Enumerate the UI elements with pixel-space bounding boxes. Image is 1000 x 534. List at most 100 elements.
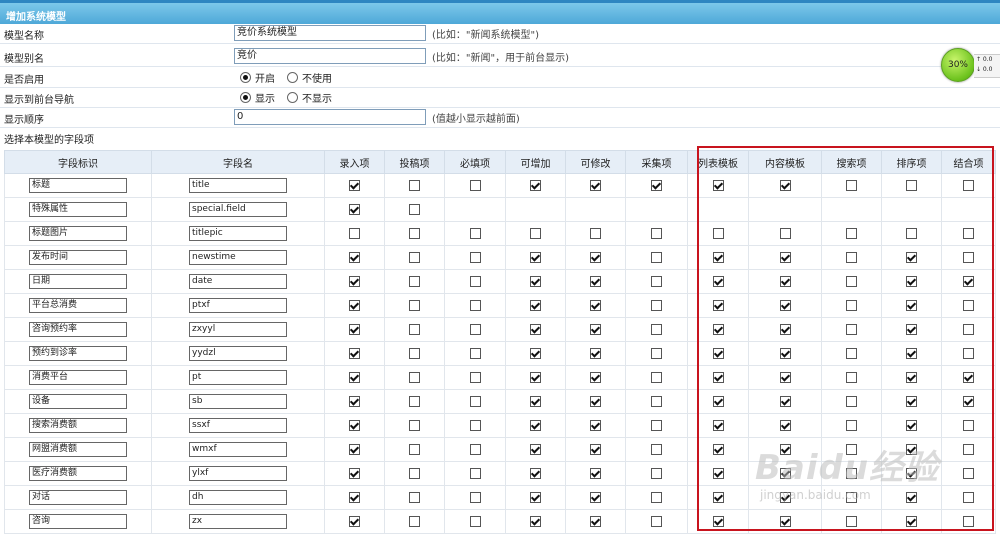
field-checkbox[interactable] bbox=[409, 251, 420, 263]
field-checkbox[interactable] bbox=[469, 395, 481, 407]
field-label-input[interactable]: 咨询 bbox=[29, 514, 127, 529]
field-checkbox[interactable] bbox=[349, 395, 360, 407]
field-checkbox[interactable] bbox=[906, 275, 917, 287]
field-checkbox[interactable] bbox=[712, 443, 724, 455]
field-checkbox[interactable] bbox=[712, 251, 724, 263]
field-checkbox[interactable] bbox=[963, 467, 974, 479]
field-checkbox[interactable] bbox=[590, 251, 601, 263]
field-checkbox[interactable] bbox=[651, 467, 662, 479]
field-checkbox[interactable] bbox=[409, 347, 420, 359]
field-checkbox[interactable] bbox=[349, 203, 360, 215]
field-checkbox[interactable] bbox=[469, 251, 481, 263]
field-checkbox[interactable] bbox=[469, 347, 481, 359]
field-checkbox[interactable] bbox=[712, 395, 724, 407]
field-checkbox[interactable] bbox=[906, 491, 917, 503]
field-checkbox[interactable] bbox=[779, 299, 791, 311]
field-checkbox[interactable] bbox=[963, 443, 974, 455]
field-checkbox[interactable] bbox=[712, 323, 724, 335]
field-checkbox[interactable] bbox=[779, 251, 791, 263]
field-checkbox[interactable] bbox=[349, 443, 360, 455]
field-label-input[interactable]: 标题 bbox=[29, 178, 127, 193]
field-checkbox[interactable] bbox=[409, 227, 420, 239]
field-checkbox[interactable] bbox=[906, 299, 917, 311]
field-checkbox[interactable] bbox=[651, 515, 662, 527]
field-checkbox[interactable] bbox=[963, 371, 974, 383]
field-checkbox[interactable] bbox=[651, 179, 662, 191]
field-label-input[interactable]: 咨询预约率 bbox=[29, 322, 127, 337]
field-checkbox[interactable] bbox=[590, 323, 601, 335]
field-checkbox[interactable] bbox=[712, 275, 724, 287]
field-checkbox[interactable] bbox=[963, 251, 974, 263]
field-checkbox[interactable] bbox=[712, 491, 724, 503]
field-checkbox[interactable] bbox=[846, 395, 857, 407]
order-input[interactable]: 0 bbox=[234, 109, 426, 125]
field-checkbox[interactable] bbox=[712, 515, 724, 527]
show-nav-on-radio[interactable] bbox=[240, 91, 251, 103]
field-checkbox[interactable] bbox=[651, 395, 662, 407]
field-checkbox[interactable] bbox=[651, 371, 662, 383]
field-checkbox[interactable] bbox=[469, 275, 481, 287]
field-name-input[interactable]: yydzl bbox=[189, 346, 287, 361]
field-checkbox[interactable] bbox=[779, 275, 791, 287]
field-name-input[interactable]: ylxf bbox=[189, 466, 287, 481]
field-label-input[interactable]: 发布时间 bbox=[29, 250, 127, 265]
field-checkbox[interactable] bbox=[906, 227, 917, 239]
field-checkbox[interactable] bbox=[409, 395, 420, 407]
field-checkbox[interactable] bbox=[530, 275, 541, 287]
field-checkbox[interactable] bbox=[651, 251, 662, 263]
field-checkbox[interactable] bbox=[963, 179, 974, 191]
field-checkbox[interactable] bbox=[590, 299, 601, 311]
field-name-input[interactable]: zx bbox=[189, 514, 287, 529]
field-checkbox[interactable] bbox=[349, 419, 360, 431]
field-checkbox[interactable] bbox=[779, 515, 791, 527]
field-checkbox[interactable] bbox=[779, 323, 791, 335]
field-checkbox[interactable] bbox=[590, 347, 601, 359]
field-checkbox[interactable] bbox=[590, 227, 601, 239]
field-checkbox[interactable] bbox=[779, 347, 791, 359]
field-checkbox[interactable] bbox=[846, 347, 857, 359]
field-checkbox[interactable] bbox=[906, 395, 917, 407]
field-checkbox[interactable] bbox=[590, 467, 601, 479]
field-checkbox[interactable] bbox=[530, 251, 541, 263]
field-checkbox[interactable] bbox=[779, 395, 791, 407]
field-label-input[interactable]: 平台总消费 bbox=[29, 298, 127, 313]
field-name-input[interactable]: dh bbox=[189, 490, 287, 505]
field-checkbox[interactable] bbox=[846, 179, 857, 191]
field-name-input[interactable]: title bbox=[189, 178, 287, 193]
field-label-input[interactable]: 医疗消费额 bbox=[29, 466, 127, 481]
field-checkbox[interactable] bbox=[963, 419, 974, 431]
field-checkbox[interactable] bbox=[779, 419, 791, 431]
field-checkbox[interactable] bbox=[409, 323, 420, 335]
field-name-input[interactable]: date bbox=[189, 274, 287, 289]
field-checkbox[interactable] bbox=[469, 371, 481, 383]
field-label-input[interactable]: 搜索消费额 bbox=[29, 418, 127, 433]
field-checkbox[interactable] bbox=[651, 275, 662, 287]
field-checkbox[interactable] bbox=[469, 227, 481, 239]
field-checkbox[interactable] bbox=[349, 491, 360, 503]
field-checkbox[interactable] bbox=[409, 179, 420, 191]
field-label-input[interactable]: 预约到诊率 bbox=[29, 346, 127, 361]
field-checkbox[interactable] bbox=[712, 299, 724, 311]
field-checkbox[interactable] bbox=[409, 515, 420, 527]
field-checkbox[interactable] bbox=[349, 299, 360, 311]
field-checkbox[interactable] bbox=[349, 467, 360, 479]
field-checkbox[interactable] bbox=[409, 443, 420, 455]
model-alias-input[interactable]: 竞价 bbox=[234, 48, 426, 64]
field-checkbox[interactable] bbox=[530, 419, 541, 431]
field-name-input[interactable]: ssxf bbox=[189, 418, 287, 433]
field-checkbox[interactable] bbox=[712, 419, 724, 431]
field-checkbox[interactable] bbox=[469, 467, 481, 479]
field-checkbox[interactable] bbox=[590, 179, 601, 191]
field-checkbox[interactable] bbox=[963, 491, 974, 503]
field-checkbox[interactable] bbox=[469, 299, 481, 311]
field-checkbox[interactable] bbox=[779, 371, 791, 383]
field-checkbox[interactable] bbox=[409, 275, 420, 287]
field-checkbox[interactable] bbox=[651, 443, 662, 455]
field-checkbox[interactable] bbox=[590, 275, 601, 287]
field-checkbox[interactable] bbox=[530, 371, 541, 383]
field-checkbox[interactable] bbox=[846, 323, 857, 335]
field-checkbox[interactable] bbox=[530, 347, 541, 359]
field-checkbox[interactable] bbox=[409, 419, 420, 431]
field-checkbox[interactable] bbox=[530, 491, 541, 503]
field-checkbox[interactable] bbox=[846, 515, 857, 527]
